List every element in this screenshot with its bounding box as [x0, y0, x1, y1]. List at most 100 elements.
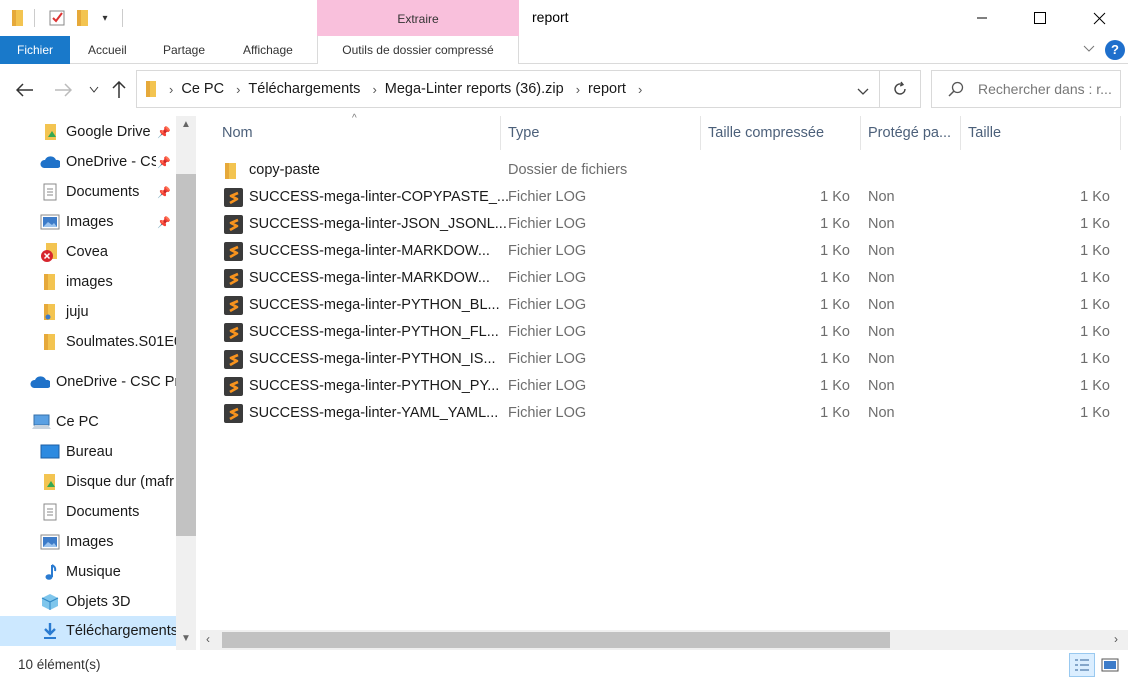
- file-row[interactable]: SUCCESS-mega-linter-YAML_YAML... Fichier …: [220, 400, 1120, 427]
- file-name: SUCCESS-mega-linter-MARKDOW...: [249, 270, 490, 286]
- onedrive-cloud-icon: [30, 372, 50, 392]
- breadcrumb-this-pc[interactable]: Ce PC: [181, 81, 224, 97]
- file-type: Fichier LOG: [508, 324, 587, 340]
- horizontal-scrollbar-thumb[interactable]: [222, 632, 890, 648]
- sidebar-item-documents-pinned[interactable]: Documents 📌: [0, 178, 176, 206]
- sidebar-item-desktop[interactable]: Bureau: [0, 438, 176, 466]
- sidebar-item-this-pc[interactable]: Ce PC: [0, 408, 176, 436]
- tab-home[interactable]: Accueil: [88, 36, 127, 64]
- breadcrumb-separator-icon[interactable]: ›: [638, 82, 642, 97]
- breadcrumb-downloads[interactable]: Téléchargements: [248, 81, 360, 97]
- customize-toolbar-dropdown-icon[interactable]: ▾: [98, 8, 112, 28]
- address-bar[interactable]: › Ce PC › Téléchargements › Mega-Linter …: [136, 70, 880, 108]
- sidebar-item-juju[interactable]: juju: [0, 298, 176, 326]
- folder-icon: [145, 80, 157, 98]
- breadcrumb-separator-icon[interactable]: ›: [372, 82, 376, 97]
- folder-row[interactable]: copy-paste Dossier de fichiers: [220, 157, 1120, 184]
- scroll-up-arrow-icon[interactable]: ▲: [181, 119, 191, 130]
- details-view-button[interactable]: [1069, 653, 1095, 677]
- folder-icon: [10, 8, 26, 28]
- large-icons-view-button[interactable]: [1097, 653, 1123, 677]
- file-row[interactable]: SUCCESS-mega-linter-MARKDOW... Fichier LO…: [220, 238, 1120, 265]
- close-button[interactable]: [1070, 0, 1128, 36]
- file-protected: Non: [868, 378, 895, 394]
- maximize-button[interactable]: [1011, 0, 1069, 36]
- tab-share[interactable]: Partage: [163, 36, 205, 64]
- back-arrow-icon[interactable]: [12, 78, 38, 102]
- column-header-name[interactable]: Nom: [222, 116, 498, 150]
- file-size: 1 Ko: [1080, 378, 1110, 394]
- tab-view[interactable]: Affichage: [243, 36, 293, 64]
- file-row[interactable]: SUCCESS-mega-linter-COPYPASTE_... Fichier…: [220, 184, 1120, 211]
- sidebar-item-3d-objects[interactable]: Objets 3D: [0, 588, 176, 616]
- sidebar-item-onedrive-cs[interactable]: OneDrive - CS 📌: [0, 148, 176, 176]
- refresh-icon: [892, 81, 908, 97]
- file-row[interactable]: SUCCESS-mega-linter-PYTHON_FL... Fichier …: [220, 319, 1120, 346]
- sidebar-item-downloads[interactable]: Téléchargements: [0, 616, 176, 646]
- music-icon: [40, 562, 60, 582]
- file-name: SUCCESS-mega-linter-PYTHON_PY...: [249, 378, 500, 394]
- scroll-down-arrow-icon[interactable]: ▼: [181, 633, 191, 644]
- file-compressed-size: 1 Ko: [820, 216, 850, 232]
- column-header-compressed-size[interactable]: Taille compressée: [708, 116, 858, 150]
- search-icon: [948, 81, 964, 97]
- sidebar-item-music[interactable]: Musique: [0, 558, 176, 586]
- file-name: SUCCESS-mega-linter-YAML_YAML...: [249, 405, 499, 421]
- sidebar-item-covea[interactable]: Covea: [0, 238, 176, 266]
- refresh-button[interactable]: [879, 70, 921, 108]
- breadcrumb-report[interactable]: report: [588, 81, 626, 97]
- file-protected: Non: [868, 297, 895, 313]
- expand-ribbon-icon[interactable]: [1082, 42, 1096, 59]
- file-protected: Non: [868, 405, 895, 421]
- new-folder-icon[interactable]: [74, 8, 92, 28]
- sidebar-item-images-folder[interactable]: images: [0, 268, 176, 296]
- sidebar-item-onedrive-csc[interactable]: OneDrive - CSC Pr: [0, 368, 176, 396]
- scroll-left-arrow-icon[interactable]: ‹: [206, 632, 210, 646]
- recent-locations-chevron-icon[interactable]: [86, 78, 102, 102]
- file-row[interactable]: SUCCESS-mega-linter-PYTHON_PY... Fichier …: [220, 373, 1120, 400]
- file-compressed-size: 1 Ko: [820, 351, 850, 367]
- help-button[interactable]: ?: [1105, 40, 1125, 60]
- breadcrumb-separator-icon[interactable]: ›: [236, 82, 240, 97]
- log-file-icon: [224, 215, 243, 234]
- sidebar-item-images[interactable]: Images: [0, 528, 176, 556]
- breadcrumb-separator-icon[interactable]: ›: [576, 82, 580, 97]
- file-name: SUCCESS-mega-linter-PYTHON_FL...: [249, 324, 499, 340]
- file-row[interactable]: SUCCESS-mega-linter-JSON_JSONL... Fichier…: [220, 211, 1120, 238]
- sidebar-scrollbar-thumb[interactable]: [176, 174, 196, 536]
- log-file-icon: [224, 242, 243, 261]
- pin-icon: 📌: [157, 186, 171, 199]
- sidebar-item-documents[interactable]: Documents: [0, 498, 176, 526]
- properties-icon[interactable]: [46, 8, 68, 28]
- column-header-protected[interactable]: Protégé pa...: [868, 116, 958, 150]
- file-protected: Non: [868, 351, 895, 367]
- up-arrow-icon[interactable]: [108, 78, 130, 102]
- search-box[interactable]: Rechercher dans : r...: [931, 70, 1121, 108]
- sidebar-item-soulmates[interactable]: Soulmates.S01E0: [0, 328, 176, 356]
- column-header-size[interactable]: Taille: [968, 116, 1118, 150]
- file-compressed-size: 1 Ko: [820, 324, 850, 340]
- file-protected: Non: [868, 270, 895, 286]
- file-name: SUCCESS-mega-linter-PYTHON_BL...: [249, 297, 500, 313]
- file-size: 1 Ko: [1080, 351, 1110, 367]
- address-history-dropdown-icon[interactable]: [857, 83, 869, 99]
- file-row[interactable]: SUCCESS-mega-linter-PYTHON_BL... Fichier …: [220, 292, 1120, 319]
- horizontal-scrollbar[interactable]: ‹ ›: [200, 630, 1128, 650]
- file-compressed-size: 1 Ko: [820, 189, 850, 205]
- breadcrumb-zip[interactable]: Mega-Linter reports (36).zip: [385, 81, 564, 97]
- forward-arrow-icon[interactable]: [50, 78, 76, 102]
- tab-file[interactable]: Fichier: [0, 36, 70, 64]
- item-count: 10 élément(s): [18, 657, 101, 672]
- sidebar-item-images-pinned[interactable]: Images 📌: [0, 208, 176, 236]
- sidebar-item-google-drive[interactable]: Google Drive 📌: [0, 118, 176, 146]
- extract-context-tab-group: Extraire: [317, 0, 519, 36]
- file-row[interactable]: SUCCESS-mega-linter-MARKDOW... Fichier LO…: [220, 265, 1120, 292]
- file-row[interactable]: SUCCESS-mega-linter-PYTHON_IS... Fichier …: [220, 346, 1120, 373]
- onedrive-cloud-icon: [40, 152, 60, 172]
- tab-compressed-folder-tools[interactable]: Outils de dossier compressé: [317, 36, 519, 64]
- folder-error-icon: [40, 242, 60, 262]
- column-header-type[interactable]: Type: [508, 116, 698, 150]
- sidebar-item-hard-drive[interactable]: Disque dur (mafr: [0, 468, 176, 496]
- scroll-right-arrow-icon[interactable]: ›: [1114, 632, 1118, 646]
- minimize-button[interactable]: [953, 0, 1011, 36]
